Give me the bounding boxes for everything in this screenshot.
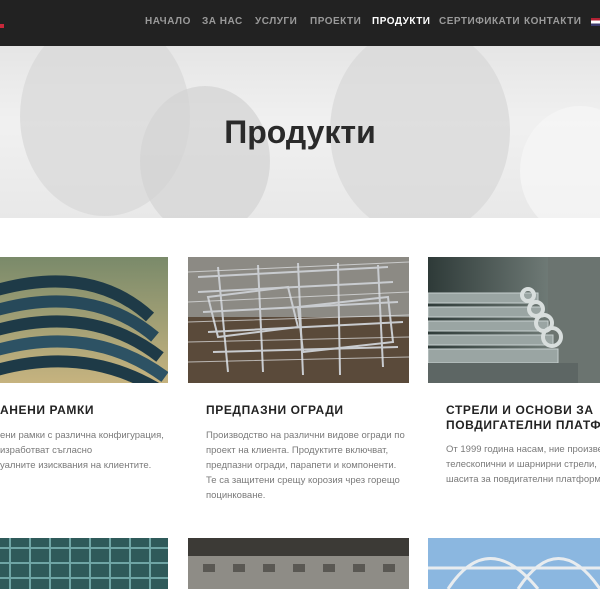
- product-description-frames: ени рамки с различна конфигурация, израб…: [0, 430, 164, 471]
- nav-item-projects[interactable]: ПРОЕКТИ: [310, 16, 361, 27]
- nav-item-certificates[interactable]: СЕРТИФИКАТИ: [439, 16, 520, 27]
- nav-item-services[interactable]: УСЛУГИ: [255, 16, 297, 27]
- product-image-railings[interactable]: [188, 257, 409, 383]
- product-description-railings: Производство на различни видове огради п…: [206, 430, 405, 501]
- product-image-booms[interactable]: [428, 257, 600, 383]
- product-image-row2-1[interactable]: [0, 538, 168, 589]
- us-flag-icon[interactable]: [591, 18, 600, 26]
- nav-item-contacts[interactable]: КОНТАКТИ: [524, 16, 581, 27]
- product-title-booms[interactable]: СТРЕЛИ И ОСНОВИ ЗА ПОВДИГАТЕЛНИ ПЛАТФОРМ: [446, 403, 600, 433]
- nav-item-about[interactable]: ЗА НАС: [202, 16, 243, 27]
- product-title-line: СТРЕЛИ И ОСНОВИ ЗА: [446, 403, 594, 417]
- top-navbar: НАЧАЛО ЗА НАС УСЛУГИ ПРОЕКТИ ПРОДУКТИ СЕ…: [0, 0, 600, 46]
- nav-item-products[interactable]: ПРОДУКТИ: [372, 16, 431, 27]
- product-description-booms: От 1999 година насам, ние произвеж телес…: [446, 444, 600, 485]
- product-image-frames[interactable]: [0, 257, 168, 383]
- page-title: Продукти: [224, 114, 376, 150]
- hero-banner: Продукти: [0, 46, 600, 218]
- nav-item-home[interactable]: НАЧАЛО: [145, 16, 191, 27]
- product-title-line: ПОВДИГАТЕЛНИ ПЛАТФОРМ: [446, 418, 600, 432]
- product-image-row2-3[interactable]: [428, 538, 600, 589]
- product-image-row2-2[interactable]: [188, 538, 409, 589]
- product-title-railings[interactable]: ПРЕДПАЗНИ ОГРАДИ: [206, 403, 344, 418]
- logo[interactable]: [0, 24, 4, 28]
- product-title-frames[interactable]: АНЕНИ РАМКИ: [0, 403, 94, 418]
